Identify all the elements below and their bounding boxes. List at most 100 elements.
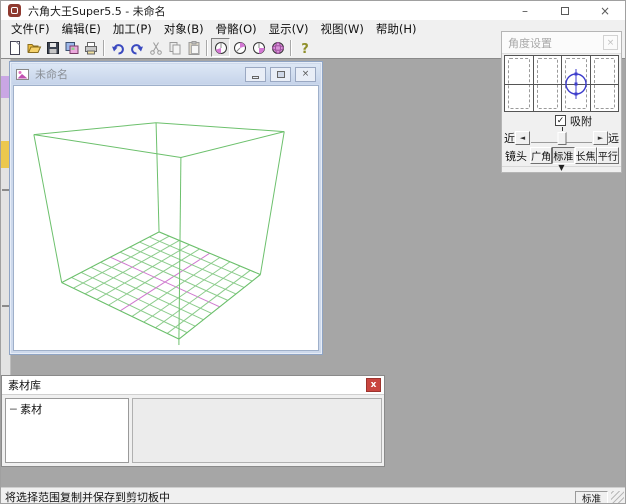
angle-panel-titlebar[interactable]: 角度设置 × [502, 32, 621, 54]
printer-icon [83, 40, 99, 56]
help-button[interactable]: ? [295, 38, 314, 57]
image-button[interactable] [62, 38, 81, 57]
sphere-mode-icon [213, 40, 229, 56]
maximize-icon [561, 7, 569, 15]
toolbar-separator [290, 40, 292, 56]
menu-item-object[interactable]: 对象(B) [158, 20, 210, 38]
viewport-titlebar[interactable]: 未命名 × [12, 64, 320, 84]
window-controls: – × [505, 1, 625, 20]
mdi-area: 未命名 × 角度设置 × [1, 59, 625, 487]
paste-icon [186, 40, 202, 56]
app-window: 六角大王Super5.5 - 未命名 – × 文件(F) 编辑(E) 加工(P)… [0, 0, 626, 504]
close-button[interactable]: × [585, 1, 625, 20]
hidden-tool-mark [2, 305, 9, 307]
slider-left-arrow[interactable]: ◄ [515, 131, 530, 145]
menu-item-file[interactable]: 文件(F) [5, 20, 56, 38]
lens-standard-button[interactable]: 标准 [552, 147, 574, 164]
undo-button[interactable] [108, 38, 127, 57]
save-button[interactable] [43, 38, 62, 57]
maximize-icon [277, 71, 285, 78]
slider-right-arrow[interactable]: ► [593, 131, 608, 145]
snap-checkbox[interactable]: ✓ [555, 115, 566, 126]
library-tree[interactable]: ─ 素材 [5, 398, 129, 463]
menu-item-process[interactable]: 加工(P) [107, 20, 158, 38]
window-title: 六角大王Super5.5 - 未命名 [28, 3, 166, 19]
far-label: 远 [608, 130, 619, 146]
textured-sphere-icon [270, 40, 286, 56]
angle-view-grid [504, 55, 619, 112]
camera-distance-row: 近 ◄ ► 远 [502, 129, 621, 147]
distance-slider-thumb[interactable] [557, 132, 566, 145]
chevron-down-icon: ▼ [558, 163, 564, 172]
undo-icon [110, 40, 126, 56]
angle-panel-close-button[interactable]: × [603, 35, 618, 50]
angle-panel-expander[interactable]: ▼ [502, 166, 621, 174]
viewport-title: 未命名 [35, 66, 68, 82]
redo-button[interactable] [127, 38, 146, 57]
rotation-compass-icon[interactable] [562, 59, 590, 109]
lens-wide-button[interactable]: 广角 [530, 147, 552, 164]
sphere-mode-icon [232, 40, 248, 56]
menu-item-edit[interactable]: 编辑(E) [56, 20, 107, 38]
viewport-window: 未命名 × [9, 61, 323, 355]
open-button[interactable] [24, 38, 43, 57]
angle-settings-panel: 角度设置 × ✓ [501, 31, 622, 173]
sphere-mode-icon [251, 40, 267, 56]
new-button[interactable] [5, 38, 24, 57]
lens-parallel-button[interactable]: 平行 [597, 147, 619, 164]
menu-item-display[interactable]: 显示(V) [263, 20, 315, 38]
viewport-close-button[interactable]: × [295, 67, 316, 82]
tree-item-material[interactable]: 素材 [20, 403, 42, 416]
minimize-button[interactable]: – [505, 1, 545, 20]
lens-label: 镜头 [504, 147, 530, 164]
toolbar-separator [206, 40, 208, 56]
display-mode-a-button[interactable] [211, 38, 230, 57]
display-mode-d-button[interactable] [268, 38, 287, 57]
minimize-icon [252, 76, 259, 79]
cut-button[interactable] [146, 38, 165, 57]
image-icon [64, 40, 80, 56]
snap-label: 吸附 [570, 113, 592, 129]
library-titlebar[interactable]: 素材库 x [2, 376, 384, 395]
angle-panel-title: 角度设置 [508, 35, 552, 51]
menu-item-help[interactable]: 帮助(H) [370, 20, 423, 38]
menu-item-skeleton[interactable]: 骨骼(O) [210, 20, 263, 38]
maximize-button[interactable] [545, 1, 585, 20]
library-preview-pane[interactable] [132, 398, 382, 463]
lens-tele-button[interactable]: 长焦 [575, 147, 597, 164]
open-folder-icon [26, 40, 42, 56]
new-document-icon [7, 40, 23, 56]
display-mode-b-button[interactable] [230, 38, 249, 57]
copy-button[interactable] [165, 38, 184, 57]
save-floppy-icon [45, 40, 61, 56]
app-icon [8, 4, 21, 17]
hidden-tool-mark [2, 189, 9, 191]
resize-grip[interactable] [611, 491, 624, 504]
wireframe-cube-scene [14, 86, 318, 350]
viewport-controls: × [245, 67, 316, 82]
scissors-icon [148, 40, 164, 56]
viewport-minimize-button[interactable] [245, 67, 266, 82]
titlebar: 六角大王Super5.5 - 未命名 – × [1, 1, 625, 20]
toolbar-separator [103, 40, 105, 56]
print-button[interactable] [81, 38, 100, 57]
copy-icon [167, 40, 183, 56]
redo-icon [129, 40, 145, 56]
distance-slider-track[interactable] [531, 131, 592, 145]
tree-branch-icon: ─ [10, 403, 17, 416]
angle-view-cell-3[interactable] [562, 56, 591, 111]
display-mode-c-button[interactable] [249, 38, 268, 57]
paste-button[interactable] [184, 38, 203, 57]
status-mode-box: 标准 [575, 491, 608, 504]
lens-row: 镜头 广角 标准 长焦 平行 [502, 147, 621, 164]
viewport-canvas[interactable] [13, 85, 319, 351]
near-label: 近 [504, 130, 515, 146]
viewport-maximize-button[interactable] [270, 67, 291, 82]
svg-text:?: ? [301, 42, 309, 56]
library-title: 素材库 [8, 377, 41, 393]
library-close-button[interactable]: x [366, 378, 381, 392]
slider-center-tick [562, 127, 563, 131]
material-library-panel: 素材库 x ─ 素材 [1, 375, 385, 467]
viewport-window-icon [16, 68, 30, 81]
menu-item-view[interactable]: 视图(W) [315, 20, 370, 38]
